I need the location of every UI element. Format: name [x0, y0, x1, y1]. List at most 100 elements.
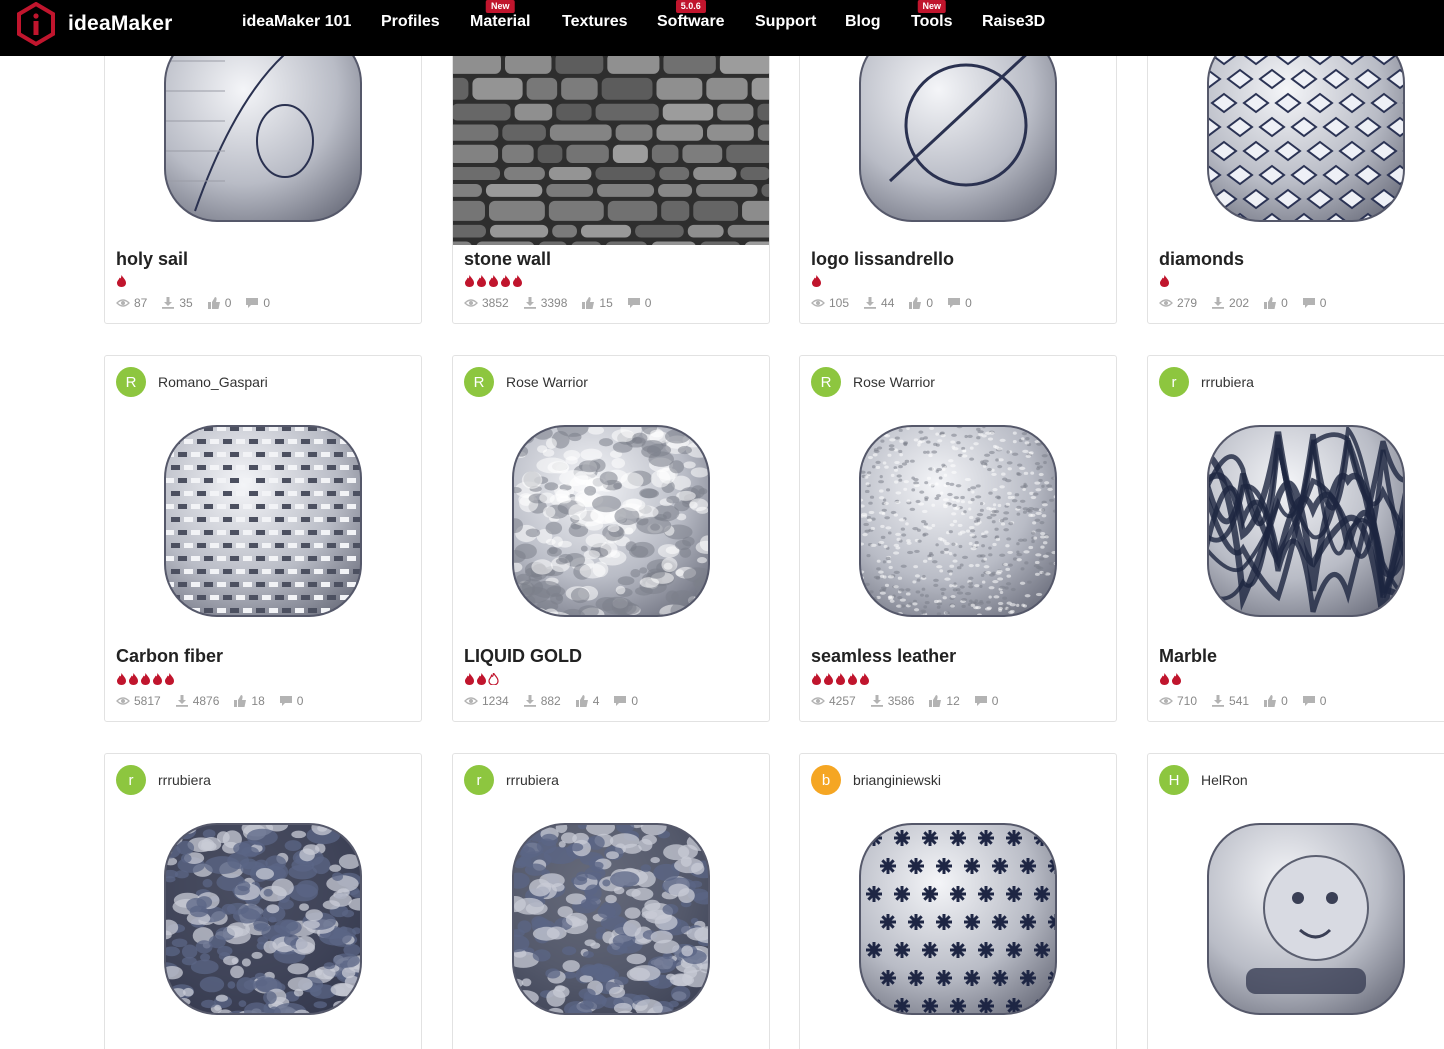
- avatar[interactable]: r: [1159, 367, 1189, 397]
- ideamaker-logo-icon: [17, 2, 55, 46]
- avatar[interactable]: R: [464, 367, 494, 397]
- texture-thumbnail[interactable]: [1148, 808, 1444, 1028]
- flame-icon: [1172, 673, 1181, 685]
- thumbs-up-icon: [582, 297, 595, 309]
- texture-card[interactable]: R Rose Warrior seamless leather 4257 3586 12 0: [799, 355, 1117, 722]
- card-title[interactable]: Carbon fiber: [116, 646, 223, 667]
- flame-icon: [860, 673, 869, 685]
- hot-rating: [116, 275, 127, 287]
- download-icon: [523, 695, 536, 707]
- texture-card[interactable]: R Rose Warrior LIQUID GOLD 1234 882 4 0: [452, 355, 770, 722]
- avatar[interactable]: r: [116, 765, 146, 795]
- stat-likes[interactable]: 12: [928, 694, 960, 708]
- nav-blog[interactable]: Blog: [845, 13, 881, 31]
- texture-thumbnail[interactable]: [800, 410, 1116, 630]
- card-author[interactable]: R Rose Warrior: [811, 367, 935, 397]
- stat-likes[interactable]: 0: [207, 296, 231, 310]
- card-author[interactable]: r rrrubiera: [116, 765, 211, 795]
- avatar[interactable]: r: [464, 765, 494, 795]
- texture-card[interactable]: r rrrubiera: [452, 753, 770, 1049]
- author-name[interactable]: rrrubiera: [506, 772, 559, 788]
- stat-downloads-value: 3586: [887, 694, 915, 708]
- card-title[interactable]: logo lissandrello: [811, 249, 954, 270]
- card-author[interactable]: R Romano_Gaspari: [116, 367, 268, 397]
- texture-thumbnail[interactable]: [105, 410, 421, 630]
- avatar[interactable]: H: [1159, 765, 1189, 795]
- author-name[interactable]: rrrubiera: [158, 772, 211, 788]
- texture-thumbnail[interactable]: [453, 808, 769, 1028]
- nav-support[interactable]: Support: [755, 13, 816, 31]
- flame-icon: [477, 275, 486, 287]
- nav-tools[interactable]: Tools New: [911, 0, 952, 31]
- card-author[interactable]: H HelRon: [1159, 765, 1248, 795]
- hot-rating: [464, 275, 523, 287]
- stat-comments-value: 0: [965, 296, 972, 310]
- texture-thumbnail[interactable]: [453, 410, 769, 630]
- hot-rating: [116, 673, 175, 685]
- author-name[interactable]: Romano_Gaspari: [158, 374, 268, 390]
- texture-card[interactable]: r rrrubiera Marble 710 541 0 0: [1147, 355, 1444, 722]
- stat-likes[interactable]: 18: [233, 694, 265, 708]
- stat-comments-value: 0: [263, 296, 271, 310]
- views-icon: [464, 697, 478, 705]
- comment-icon: [246, 298, 259, 308]
- author-name[interactable]: Rose Warrior: [506, 374, 588, 390]
- hot-rating: [1159, 673, 1182, 685]
- thumbs-up-icon: [207, 297, 220, 309]
- stat-downloads: 541: [1211, 694, 1249, 708]
- author-name[interactable]: HelRon: [1201, 772, 1248, 788]
- stat-likes[interactable]: 15: [581, 296, 613, 310]
- flame-icon: [513, 275, 522, 287]
- card-author[interactable]: r rrrubiera: [464, 765, 559, 795]
- stat-views-value: 4257: [829, 694, 856, 708]
- card-title[interactable]: holy sail: [116, 249, 188, 270]
- stat-comments-value: 0: [1319, 694, 1327, 708]
- nav-raise3d[interactable]: Raise3D: [982, 13, 1045, 31]
- texture-card[interactable]: H HelRon: [1147, 753, 1444, 1049]
- avatar[interactable]: b: [811, 765, 841, 795]
- card-title[interactable]: stone wall: [464, 249, 551, 270]
- stat-views-value: 710: [1177, 694, 1198, 708]
- card-author[interactable]: r rrrubiera: [1159, 367, 1254, 397]
- texture-thumbnail[interactable]: [1148, 410, 1444, 630]
- thumbs-up-icon: [909, 297, 922, 309]
- stat-likes[interactable]: 0: [908, 296, 933, 310]
- stat-views: 710: [1159, 694, 1197, 708]
- download-icon: [870, 695, 883, 707]
- flame-icon: [165, 673, 174, 685]
- texture-preview-image: [164, 425, 362, 617]
- card-title[interactable]: Marble: [1159, 646, 1217, 667]
- author-name[interactable]: brianginiewski: [853, 772, 941, 788]
- hot-rating: [811, 673, 870, 685]
- stat-likes[interactable]: 0: [1263, 694, 1288, 708]
- nav-software[interactable]: Software 5.0.6: [657, 0, 725, 31]
- avatar[interactable]: R: [811, 367, 841, 397]
- texture-card[interactable]: r rrrubiera: [104, 753, 422, 1049]
- card-title[interactable]: LIQUID GOLD: [464, 646, 582, 667]
- texture-thumbnail[interactable]: [105, 808, 421, 1028]
- avatar[interactable]: R: [116, 367, 146, 397]
- texture-preview-image: [164, 823, 362, 1015]
- card-author[interactable]: b brianginiewski: [811, 765, 941, 795]
- card-title[interactable]: seamless leather: [811, 646, 956, 667]
- stat-likes[interactable]: 0: [1263, 296, 1288, 310]
- texture-card[interactable]: b brianginiewski: [799, 753, 1117, 1049]
- texture-thumbnail[interactable]: [453, 51, 769, 245]
- texture-thumbnail[interactable]: [800, 808, 1116, 1028]
- nav-profiles[interactable]: Profiles: [381, 13, 440, 31]
- stat-likes[interactable]: 4: [575, 694, 599, 708]
- nav-ideamaker-101[interactable]: ideaMaker 101: [242, 13, 351, 31]
- stat-downloads: 4876: [175, 694, 219, 708]
- stat-comments-value: 0: [296, 694, 304, 708]
- stat-views-value: 1234: [482, 694, 509, 708]
- card-title[interactable]: diamonds: [1159, 249, 1244, 270]
- author-name[interactable]: rrrubiera: [1201, 374, 1254, 390]
- stat-comments-value: 0: [644, 296, 652, 310]
- author-name[interactable]: Rose Warrior: [853, 374, 935, 390]
- card-author[interactable]: R Rose Warrior: [464, 367, 588, 397]
- hot-rating: [1159, 275, 1170, 287]
- nav-textures[interactable]: Textures: [562, 13, 628, 31]
- brand[interactable]: ideaMaker: [16, 2, 173, 46]
- texture-card[interactable]: R Romano_Gaspari Carbon fiber 5817 4876 18 0: [104, 355, 422, 722]
- nav-material[interactable]: Material New: [470, 0, 530, 31]
